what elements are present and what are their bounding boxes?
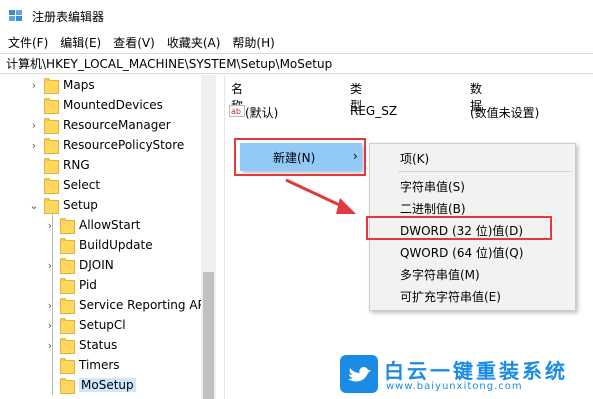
tree-item-service-reporting[interactable]: › Service Reporting AP — [44, 295, 205, 315]
tree-item-resourcepolicystore[interactable]: › ResourcePolicyStore — [28, 135, 184, 155]
tree-item-timers[interactable]: Timers — [44, 355, 120, 375]
scrollbar-thumb[interactable] — [203, 272, 214, 399]
tree-item-maps[interactable]: › Maps — [28, 75, 95, 95]
annotation-box-dword — [366, 216, 552, 240]
watermark-logo: 白云一键重装系统 www.baiyunxitong.com — [340, 355, 590, 395]
folder-open-icon — [44, 198, 59, 214]
tree-item-label: AllowStart — [79, 218, 141, 232]
value-type: REG_SZ — [350, 104, 398, 118]
menu-view[interactable]: 查看(V) — [113, 34, 155, 51]
window-title: 注册表编辑器 — [32, 9, 105, 24]
tree-scrollbar[interactable] — [201, 75, 216, 399]
tree-item-rng[interactable]: RNG — [28, 155, 90, 175]
menu-file[interactable]: 文件(F) — [8, 34, 48, 51]
folder-icon — [60, 278, 75, 294]
tree-item-label: MoSetup — [79, 378, 136, 392]
tree-item-label: Timers — [79, 358, 120, 372]
menu-favorites[interactable]: 收藏夹(A) — [167, 34, 221, 51]
registry-editor-window: 注册表编辑器 文件(F) 编辑(E) 查看(V) 收藏夹(A) 帮助(H) 计算… — [0, 0, 593, 399]
folder-icon — [60, 378, 75, 394]
tree-item-mounteddevices[interactable]: MountedDevices — [28, 95, 163, 115]
tree-item-label: Status — [79, 338, 118, 352]
menu-item-qword[interactable]: QWORD (64 位)值(Q) — [400, 244, 523, 261]
tree-item-label: Maps — [63, 78, 95, 92]
tree-item-label: Pid — [79, 278, 97, 292]
tree-item-label: Service Reporting AP — [79, 298, 205, 312]
tree-item-label: MountedDevices — [63, 98, 163, 112]
tree-item-resourcemanager[interactable]: › ResourceManager — [28, 115, 171, 135]
folder-icon — [60, 338, 75, 354]
pane-splitter[interactable] — [216, 75, 225, 399]
folder-icon — [44, 98, 59, 114]
tree-item-label: Setup — [63, 198, 98, 212]
tree-item-label: DJOIN — [79, 258, 114, 272]
menu-edit[interactable]: 编辑(E) — [60, 34, 101, 51]
menu-separator — [398, 171, 572, 172]
tree-item-label: SetupCl — [79, 318, 126, 332]
regedit-icon — [9, 10, 22, 21]
tree-item-status[interactable]: › Status — [44, 335, 117, 355]
folder-icon — [44, 178, 59, 194]
folder-icon — [44, 118, 59, 134]
string-value-icon: ab — [229, 105, 245, 117]
chevron-right-icon[interactable]: › — [44, 259, 56, 272]
chevron-right-icon[interactable]: › — [28, 79, 40, 92]
tree-item-mosetup[interactable]: MoSetup — [44, 375, 136, 395]
folder-icon — [60, 298, 75, 314]
annotation-arrow — [285, 178, 356, 214]
menu-item-expandstring[interactable]: 可扩充字符串值(E) — [400, 288, 501, 305]
chevron-right-icon[interactable]: › — [44, 299, 56, 312]
tree-item-label: ResourcePolicyStore — [63, 138, 185, 152]
value-data: (数值未设置) — [470, 106, 540, 120]
tree-item-pid[interactable]: Pid — [44, 275, 97, 295]
folder-icon — [60, 258, 75, 274]
watermark-brand: 白云一键重装系统 — [384, 359, 568, 383]
chevron-right-icon[interactable]: › — [44, 219, 56, 232]
tree-item-djoin[interactable]: › DJOIN — [44, 255, 114, 275]
tree-item-setup[interactable]: ⌄ Setup — [28, 195, 98, 215]
menu-item-key[interactable]: 项(K) — [400, 150, 429, 167]
key-tree: › Maps MountedDevices › ResourceManager … — [0, 75, 216, 399]
tree-item-label: Select — [63, 178, 101, 192]
menu-help[interactable]: 帮助(H) — [232, 34, 274, 51]
svg-text:ab: ab — [231, 107, 241, 116]
chevron-right-icon[interactable]: › — [44, 319, 56, 332]
folder-icon — [60, 218, 75, 234]
watermark-url: www.baiyunxitong.com — [386, 381, 523, 392]
menu-item-string[interactable]: 字符串值(S) — [400, 178, 465, 195]
folder-icon — [60, 318, 75, 334]
title-bar: 注册表编辑器 — [0, 0, 593, 32]
list-item[interactable]: ab (默认) REG_SZ (数值未设置) — [225, 101, 593, 121]
chevron-down-icon[interactable]: ⌄ — [28, 199, 40, 212]
tree-item-label: ResourceManager — [63, 118, 171, 132]
chevron-right-icon[interactable]: › — [28, 139, 40, 152]
tree-item-setupcl[interactable]: › SetupCl — [44, 315, 126, 335]
chevron-right-icon[interactable]: › — [44, 339, 56, 352]
folder-icon — [44, 138, 59, 154]
tree-item-select[interactable]: Select — [28, 175, 100, 195]
folder-icon — [60, 358, 75, 374]
folder-icon — [44, 158, 59, 174]
menu-bar: 文件(F) 编辑(E) 查看(V) 收藏夹(A) 帮助(H) — [0, 32, 593, 52]
tree-item-label: RNG — [63, 158, 90, 172]
folder-icon — [44, 78, 59, 94]
menu-item-binary[interactable]: 二进制值(B) — [400, 200, 466, 217]
tree-item-allowstart[interactable]: › AllowStart — [44, 215, 140, 235]
value-name: (默认) — [245, 106, 279, 120]
menu-item-multistring[interactable]: 多字符串值(M) — [400, 266, 480, 283]
address-bar[interactable]: 计算机\HKEY_LOCAL_MACHINE\SYSTEM\Setup\MoSe… — [0, 53, 593, 74]
chevron-right-icon[interactable]: › — [28, 119, 40, 132]
folder-icon — [60, 238, 75, 254]
tree-item-label: BuildUpdate — [79, 238, 153, 252]
tree-item-buildupdate[interactable]: BuildUpdate — [44, 235, 153, 255]
twitter-bird-icon — [340, 355, 378, 393]
